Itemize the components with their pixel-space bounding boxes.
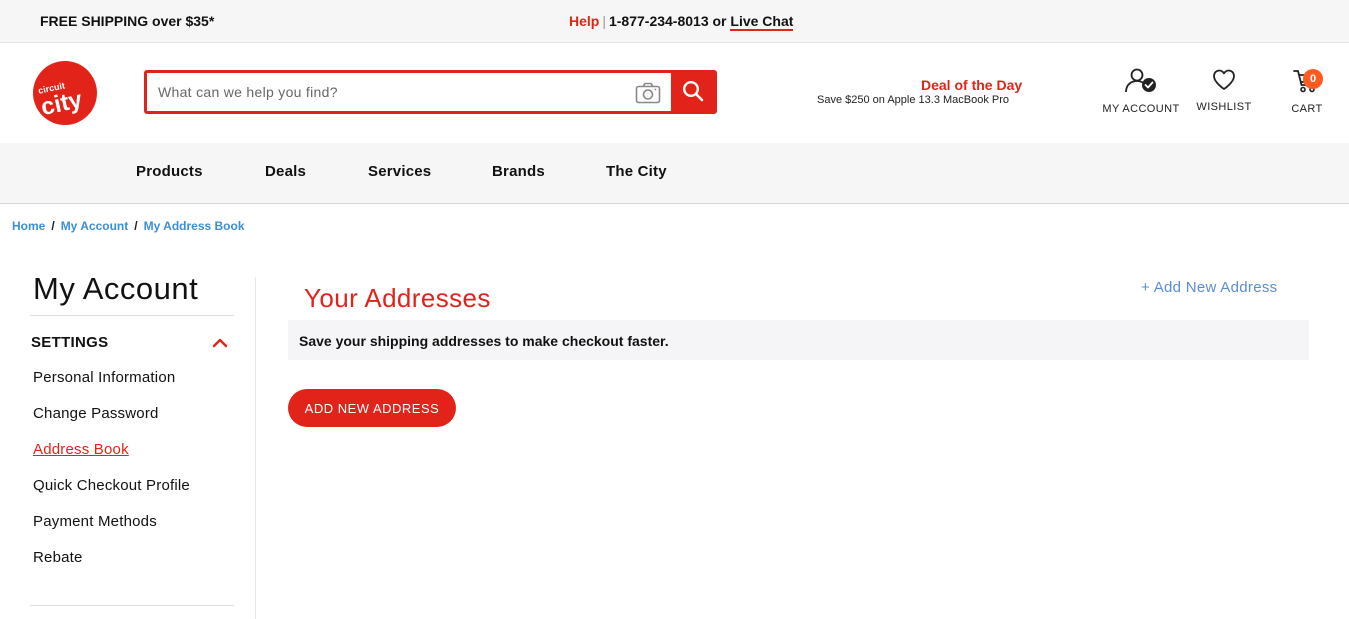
- help-line: Help | 1-877-234-8013 or Live Chat: [569, 13, 794, 31]
- camera-icon[interactable]: [635, 82, 661, 104]
- account-check-icon: [1124, 68, 1158, 97]
- search-box: [144, 70, 717, 114]
- chevron-up-icon[interactable]: [212, 336, 228, 348]
- add-new-address-link[interactable]: + Add New Address: [1141, 279, 1277, 296]
- deal-of-the-day-subtitle[interactable]: Save $250 on Apple 13.3 MacBook Pro: [817, 94, 1009, 106]
- phone-text: 1-877-234-8013 or: [608, 13, 727, 29]
- cart-label: CART: [1291, 103, 1323, 115]
- cart-count-badge: 0: [1303, 69, 1323, 89]
- circuit-city-logo[interactable]: circuit city: [32, 60, 98, 126]
- deal-of-the-day-title[interactable]: Deal of the Day: [921, 77, 1022, 93]
- settings-section-header[interactable]: SETTINGS: [31, 334, 108, 351]
- sidebar-item-payment-methods[interactable]: Payment Methods: [33, 513, 157, 530]
- info-banner-text: Save your shipping addresses to make che…: [299, 333, 669, 349]
- promo-bar: FREE SHIPPING over $35* Help | 1-877-234-8…: [0, 0, 1349, 43]
- help-separator: |: [602, 13, 606, 29]
- search-icon: [682, 80, 704, 105]
- sidebar-divider: [30, 315, 234, 316]
- sidebar-item-change-password[interactable]: Change Password: [33, 405, 159, 422]
- search-button[interactable]: [671, 72, 715, 112]
- nav-the-city[interactable]: The City: [606, 163, 667, 180]
- breadcrumb-my-address-book[interactable]: My Address Book: [144, 219, 245, 233]
- sidebar-item-rebate[interactable]: Rebate: [33, 549, 83, 566]
- info-banner: Save your shipping addresses to make che…: [288, 320, 1309, 360]
- main-navigation: Products Deals Services Brands The City: [0, 143, 1349, 204]
- heart-icon: [1212, 68, 1236, 95]
- breadcrumb-my-account[interactable]: My Account: [61, 219, 129, 233]
- add-new-address-button[interactable]: ADD NEW ADDRESS: [288, 389, 456, 427]
- sidebar-title: My Account: [33, 271, 199, 306]
- sidebar-item-personal-information[interactable]: Personal Information: [33, 369, 175, 386]
- sidebar-divider: [30, 605, 234, 606]
- my-account-button[interactable]: MY ACCOUNT: [1101, 68, 1181, 115]
- breadcrumb-home[interactable]: Home: [12, 219, 45, 233]
- my-account-label: MY ACCOUNT: [1102, 103, 1180, 115]
- free-shipping-text: FREE SHIPPING over $35*: [40, 13, 215, 29]
- search-input[interactable]: [147, 73, 672, 111]
- nav-deals[interactable]: Deals: [265, 163, 306, 180]
- live-chat-link[interactable]: Live Chat: [730, 13, 794, 31]
- wishlist-button[interactable]: WISHLIST: [1193, 68, 1255, 113]
- vertical-divider: [255, 277, 256, 619]
- nav-brands[interactable]: Brands: [492, 163, 545, 180]
- help-link[interactable]: Help: [569, 13, 599, 29]
- breadcrumb: Home / My Account / My Address Book: [12, 219, 245, 233]
- sidebar-item-quick-checkout-profile[interactable]: Quick Checkout Profile: [33, 477, 190, 494]
- breadcrumb-separator: /: [51, 219, 55, 233]
- nav-products[interactable]: Products: [136, 163, 203, 180]
- page-title: Your Addresses: [304, 283, 491, 313]
- nav-services[interactable]: Services: [368, 163, 431, 180]
- wishlist-label: WISHLIST: [1196, 101, 1252, 113]
- sidebar-item-address-book[interactable]: Address Book: [33, 441, 129, 458]
- breadcrumb-separator: /: [134, 219, 138, 233]
